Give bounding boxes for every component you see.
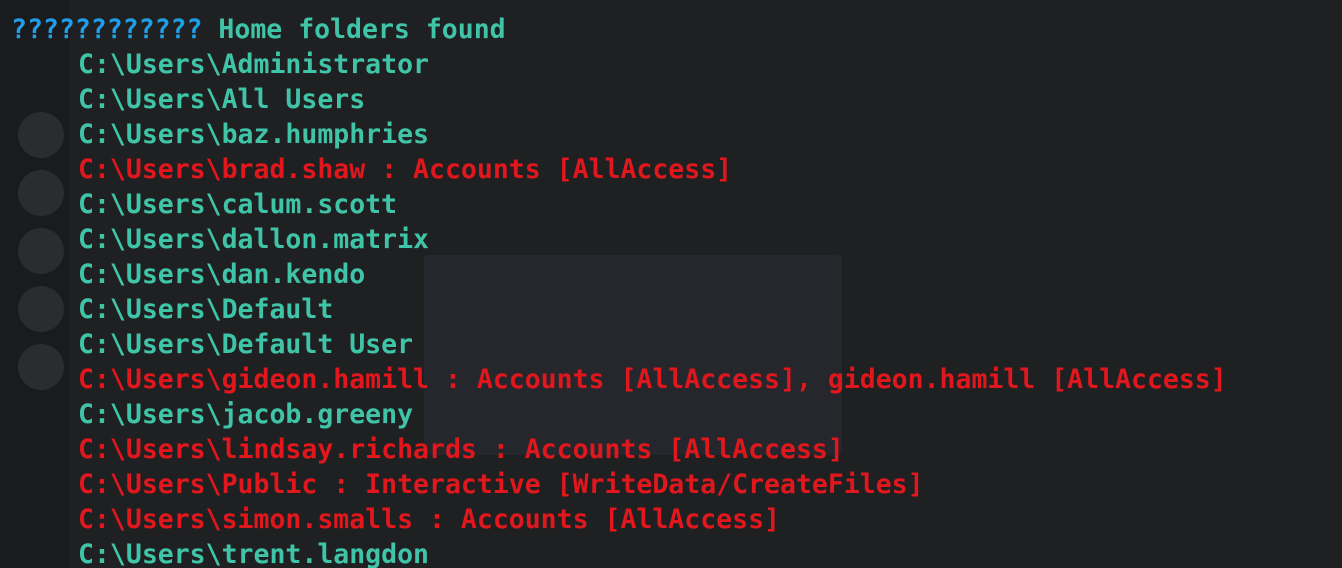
- section-header: ???????????? Home folders found: [0, 12, 1342, 47]
- home-folder-entry: C:\Users\Default User: [78, 329, 414, 360]
- home-folder-entry: C:\Users\dallon.matrix: [78, 224, 429, 255]
- home-folder-entry: C:\Users\trent.langdon: [78, 539, 429, 568]
- home-folder-entry-flagged: C:\Users\gideon.hamill : Accounts [AllAc…: [78, 364, 1227, 395]
- terminal-window: ???????????? Home folders found C:\Users…: [0, 0, 1342, 568]
- home-folder-entry-flagged: C:\Users\simon.smalls : Accounts [AllAcc…: [78, 504, 780, 535]
- header-title: Home folders found: [218, 14, 506, 45]
- home-folder-entry: C:\Users\All Users: [78, 84, 366, 115]
- header-prefix: ????????????: [11, 14, 203, 45]
- home-folder-entry: C:\Users\dan.kendo: [78, 259, 366, 290]
- home-folder-entry: C:\Users\Default: [78, 294, 334, 325]
- home-folder-entry-flagged: C:\Users\brad.shaw : Accounts [AllAccess…: [78, 154, 733, 185]
- terminal-output: ???????????? Home folders found C:\Users…: [0, 12, 1342, 568]
- home-folder-entry-flagged: C:\Users\lindsay.richards : Accounts [Al…: [78, 434, 844, 465]
- home-folder-entry: C:\Users\baz.humphries: [78, 119, 429, 150]
- home-folder-entry: C:\Users\jacob.greeny: [78, 399, 414, 430]
- home-folder-entry: C:\Users\calum.scott: [78, 189, 398, 220]
- home-folder-entry: C:\Users\Administrator: [78, 49, 429, 80]
- home-folder-list: C:\Users\Administrator C:\Users\All Users…: [0, 47, 1342, 568]
- home-folder-entry-flagged: C:\Users\Public : Interactive [WriteData…: [78, 469, 924, 500]
